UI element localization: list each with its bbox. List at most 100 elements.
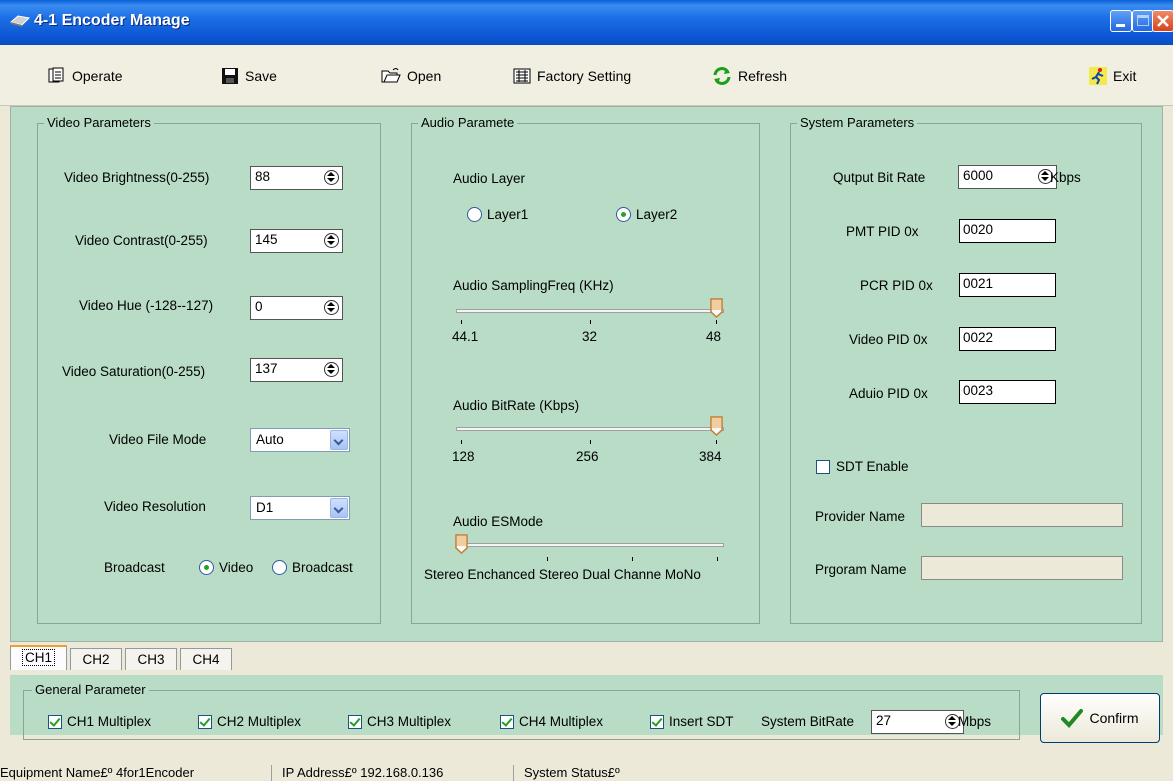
ch1-multiplex-checkbox[interactable]: [48, 715, 62, 729]
audio-esmode-track[interactable]: [456, 543, 724, 547]
operate-button[interactable]: Operate: [48, 66, 123, 86]
output-bitrate-value: 6000: [963, 168, 994, 183]
video-resolution-value: D1: [256, 500, 274, 515]
video-file-mode-value: Auto: [256, 432, 284, 447]
video-hue-spinner[interactable]: 0: [250, 296, 343, 320]
status-separator: [271, 765, 272, 781]
broadcast-video-radio[interactable]: [199, 560, 214, 575]
audio-sampling-label: Audio SamplingFreq (KHz): [453, 278, 614, 293]
output-bitrate-unit: Kbps: [1050, 170, 1081, 185]
close-button[interactable]: [1152, 10, 1173, 32]
refresh-label: Refresh: [738, 68, 788, 84]
broadcast-broadcast-radio[interactable]: [272, 560, 287, 575]
tick-mark: [717, 557, 718, 561]
open-button[interactable]: Open: [381, 66, 441, 86]
maximize-button[interactable]: [1132, 10, 1154, 32]
spin-arrows-icon[interactable]: [324, 233, 339, 248]
confirm-button[interactable]: Confirm: [1040, 693, 1160, 743]
system-bitrate-spinner[interactable]: 27: [871, 710, 964, 734]
status-separator: [513, 765, 514, 781]
video-pid-input[interactable]: 0022: [959, 327, 1056, 351]
sdt-enable-checkbox[interactable]: [816, 460, 830, 474]
bitrate-tick-label: 384: [699, 449, 722, 464]
program-name-input[interactable]: [921, 556, 1123, 580]
system-bitrate-value: 27: [876, 713, 892, 728]
video-saturation-value: 137: [255, 361, 278, 376]
insert-sdt-checkbox[interactable]: [650, 715, 664, 729]
provider-name-input[interactable]: [921, 503, 1123, 527]
save-icon: [222, 68, 238, 84]
ch4-multiplex-checkbox[interactable]: [500, 715, 514, 729]
bitrate-tick-label: 128: [452, 449, 475, 464]
audio-esmode-slider-thumb[interactable]: [455, 534, 468, 554]
program-name-label: Prgoram Name: [815, 562, 907, 577]
general-parameter-title: General Parameter: [32, 682, 149, 697]
open-label: Open: [407, 68, 442, 84]
ch3-multiplex-checkbox[interactable]: [348, 715, 362, 729]
ch2-multiplex-checkbox[interactable]: [198, 715, 212, 729]
tab-ch4[interactable]: CH4: [180, 648, 232, 670]
video-saturation-label: Video Saturation(0-255): [62, 364, 206, 379]
chevron-down-icon[interactable]: [330, 498, 348, 518]
broadcast-broadcast-label[interactable]: Broadcast: [292, 560, 353, 575]
audio-layer1-radio[interactable]: [467, 207, 482, 222]
tab-ch1[interactable]: CH1: [10, 645, 67, 670]
audio-sampling-slider-thumb[interactable]: [710, 298, 723, 318]
save-button[interactable]: Save: [221, 66, 277, 86]
pmt-pid-label: PMT PID 0x: [846, 224, 919, 239]
factory-setting-icon: [513, 68, 531, 84]
tab-ch3[interactable]: CH3: [125, 648, 177, 670]
video-hue-label: Video Hue (-128--127): [79, 298, 214, 313]
exit-button[interactable]: Exit: [1089, 66, 1136, 86]
system-bitrate-label: System BitRate: [761, 714, 855, 729]
sdt-enable-label[interactable]: SDT Enable: [836, 459, 909, 474]
minimize-button[interactable]: [1110, 10, 1132, 32]
audio-layer2-radio[interactable]: [616, 207, 631, 222]
tab-ch2[interactable]: CH2: [70, 648, 122, 670]
operate-label: Operate: [72, 68, 123, 84]
spin-arrows-icon[interactable]: [324, 170, 339, 185]
video-contrast-spinner[interactable]: 145: [250, 229, 343, 253]
pcr-pid-input[interactable]: 0021: [959, 273, 1056, 297]
audio-layer1-label[interactable]: Layer1: [487, 207, 528, 222]
sampling-tick-label: 48: [706, 329, 722, 344]
window-title: 4-1 Encoder Manage: [34, 12, 190, 29]
chevron-down-icon[interactable]: [330, 430, 348, 450]
insert-sdt-label[interactable]: Insert SDT: [669, 714, 734, 729]
esmode-tick-labels: Stereo Enchanced Stereo Dual Channe MoNo: [424, 567, 701, 582]
video-resolution-select[interactable]: D1: [250, 496, 350, 520]
tick-mark: [461, 440, 462, 444]
spin-arrows-icon[interactable]: [324, 300, 339, 315]
pmt-pid-input[interactable]: 0020: [959, 219, 1056, 243]
refresh-button[interactable]: Refresh: [712, 66, 787, 86]
tick-mark: [461, 320, 462, 324]
video-pid-label: Video PID 0x: [849, 332, 928, 347]
audio-bitrate-track[interactable]: [456, 427, 724, 431]
audio-sampling-track[interactable]: [456, 309, 724, 313]
output-bitrate-label: Qutput Bit Rate: [833, 170, 926, 185]
output-bitrate-spinner[interactable]: 6000: [958, 165, 1057, 189]
audio-parameters-title: Audio Paramete: [418, 115, 518, 130]
confirm-label: Confirm: [1089, 710, 1139, 726]
ch1-multiplex-label[interactable]: CH1 Multiplex: [67, 714, 151, 729]
factory-setting-button[interactable]: Factory Setting: [513, 66, 631, 86]
video-contrast-label: Video Contrast(0-255): [75, 233, 208, 248]
broadcast-video-label[interactable]: Video: [219, 560, 253, 575]
video-file-mode-select[interactable]: Auto: [250, 428, 350, 452]
tick-mark: [716, 320, 717, 324]
video-brightness-spinner[interactable]: 88: [250, 166, 343, 190]
video-saturation-spinner[interactable]: 137: [250, 358, 343, 382]
video-resolution-label: Video Resolution: [104, 499, 206, 514]
system-parameters-group: System Parameters: [790, 115, 1142, 624]
audio-layer2-label[interactable]: Layer2: [636, 207, 677, 222]
ch3-multiplex-label[interactable]: CH3 Multiplex: [367, 714, 451, 729]
audio-bitrate-slider-thumb[interactable]: [710, 416, 723, 436]
spin-arrows-icon[interactable]: [324, 362, 339, 377]
audio-esmode-label: Audio ESMode: [453, 514, 544, 529]
system-parameters-title: System Parameters: [797, 115, 918, 130]
ch2-multiplex-label[interactable]: CH2 Multiplex: [217, 714, 301, 729]
system-bitrate-unit: Mbps: [958, 714, 992, 729]
factory-setting-label: Factory Setting: [537, 68, 632, 84]
audio-pid-input[interactable]: 0023: [959, 380, 1056, 404]
ch4-multiplex-label[interactable]: CH4 Multiplex: [519, 714, 603, 729]
